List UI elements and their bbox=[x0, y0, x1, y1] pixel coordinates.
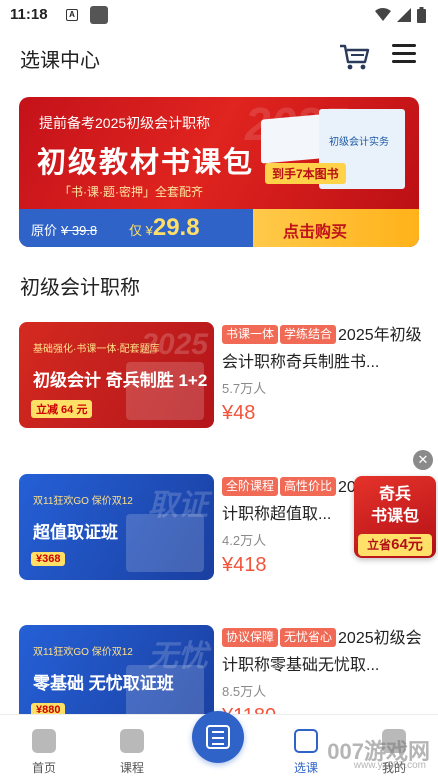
course-thumbnail[interactable]: 2025 基础强化·书课一体·配套题库 初级会计 奇兵制胜 1+2 立减 64 … bbox=[19, 322, 214, 428]
battery-icon bbox=[417, 7, 426, 23]
tab-courses[interactable]: 课程 bbox=[92, 715, 172, 778]
banner-now-price: 仅 ¥29.8 bbox=[129, 214, 200, 241]
banner-book-image bbox=[261, 114, 321, 164]
course-students: 8.5万人 bbox=[222, 684, 267, 699]
tab-home[interactable]: 首页 bbox=[4, 715, 84, 778]
course-title: 书课一体 学练结合 2025年初级会计职称奇兵制胜书... bbox=[222, 325, 422, 371]
cart-button[interactable] bbox=[338, 42, 370, 72]
page-title: 选课中心 bbox=[20, 50, 100, 72]
course-price: ¥48 bbox=[222, 402, 256, 424]
status-time: 11:18 bbox=[10, 6, 48, 23]
course-tag: 学练结合 bbox=[280, 325, 337, 344]
close-float-button[interactable]: ✕ bbox=[413, 450, 433, 470]
teacher-photo bbox=[126, 514, 204, 572]
floating-promo[interactable]: 奇兵 书课包 立省64元 bbox=[354, 476, 436, 558]
floating-promo-title: 奇兵 书课包 bbox=[370, 486, 419, 525]
banner-headline: 初级教材书课包 bbox=[37, 147, 255, 179]
course-info: 书课一体 学练结合 2025年初级会计职称奇兵制胜书... 5.7万人 ¥48 bbox=[222, 322, 422, 424]
course-tag: 书课一体 bbox=[222, 325, 279, 344]
home-icon bbox=[32, 729, 56, 753]
menu-button[interactable] bbox=[392, 44, 416, 68]
notification-a-icon: A bbox=[66, 9, 78, 21]
course-info: 协议保障无忧省心2025初级会计职称零基础无忧取... 8.5万人 ¥1180 bbox=[222, 625, 422, 727]
course-thumbnail[interactable]: 取证 双11狂欢GO 保价双12 超值取证班 ¥368 bbox=[19, 474, 214, 580]
signal-icon bbox=[397, 8, 411, 22]
teacher-photo bbox=[126, 362, 204, 420]
course-tag: 无忧省心 bbox=[280, 628, 337, 647]
book-icon bbox=[206, 725, 230, 749]
course-price: ¥418 bbox=[222, 554, 267, 576]
buy-button[interactable]: 点击购买 bbox=[253, 209, 419, 247]
center-book-button[interactable] bbox=[192, 711, 244, 763]
notification-square-icon bbox=[90, 6, 108, 24]
banner-original-price: 原价 ¥ 39.8 bbox=[31, 223, 98, 238]
banner-features: 「书·课·题·密押」全套配齐 bbox=[59, 185, 203, 199]
course-students: 4.2万人 bbox=[222, 533, 267, 548]
course-title: 协议保障 无忧省心 2025初级会计职称零基础无忧取... bbox=[222, 628, 422, 674]
banner-book-title: 初级会计实务 bbox=[329, 137, 389, 148]
course-card[interactable]: 2025 基础强化·书课一体·配套题库 初级会计 奇兵制胜 1+2 立减 64 … bbox=[0, 322, 438, 442]
banner-badge: 到手7本图书 bbox=[265, 163, 346, 184]
promo-banner[interactable]: 2025 提前备考2025初级会计职称 初级教材书课包 「书·课·题·密押」全套… bbox=[19, 97, 419, 247]
course-tag: 协议保障 bbox=[222, 628, 279, 647]
menu-icon bbox=[392, 44, 416, 47]
floating-promo-save: 立省64元 bbox=[358, 534, 432, 556]
wifi-icon bbox=[375, 8, 391, 21]
banner-top-text: 提前备考2025初级会计职称 bbox=[39, 115, 211, 131]
course-tag: 高性价比 bbox=[280, 477, 337, 496]
app-header: 选课中心 bbox=[0, 30, 438, 82]
play-icon bbox=[120, 729, 144, 753]
course-students: 5.7万人 bbox=[222, 381, 267, 396]
section-title: 初级会计职称 bbox=[20, 277, 140, 299]
cart-icon bbox=[340, 44, 370, 70]
course-tag: 全阶课程 bbox=[222, 477, 279, 496]
search-course-icon bbox=[294, 729, 318, 753]
banner-price-bar: 原价 ¥ 39.8 仅 ¥29.8 点击购买 bbox=[19, 209, 419, 247]
status-bar: 11:18 A bbox=[0, 0, 438, 30]
watermark-url: www.yx007.com bbox=[353, 760, 426, 771]
